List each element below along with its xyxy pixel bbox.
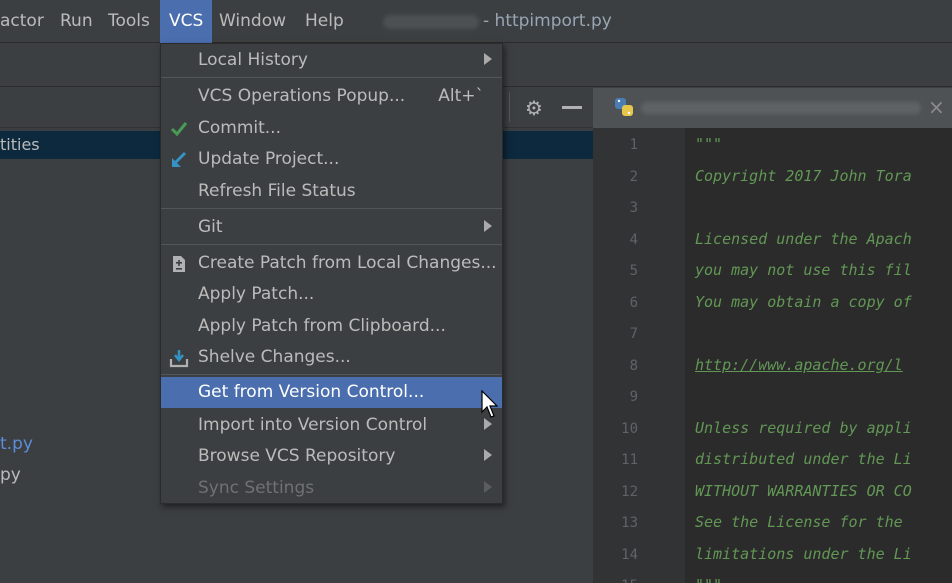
- menu-help[interactable]: Help: [296, 0, 353, 43]
- editor-tab[interactable]: ×: [593, 88, 952, 128]
- line-number: 12: [621, 484, 638, 500]
- line-number-gutter: 1 2 3 4 5 6 7 8 9 10 11 12 13 14 15: [593, 128, 685, 583]
- code-line: distributed under the Li: [695, 450, 912, 468]
- code-line: WITHOUT WARRANTIES OR CO: [695, 482, 912, 500]
- line-number: 5: [629, 263, 638, 279]
- menu-separator: [161, 77, 502, 78]
- line-number: 11: [621, 452, 638, 468]
- menu-item-get-from-version-control[interactable]: Get from Version Control...: [161, 377, 502, 408]
- line-number: 3: [629, 200, 638, 216]
- editor-tab-bar: ×: [593, 88, 952, 128]
- submenu-arrow-icon: [484, 53, 492, 65]
- menu-item-apply-patch[interactable]: Apply Patch...: [161, 279, 502, 310]
- project-tree-file-1[interactable]: t.py: [0, 434, 33, 454]
- window-title: - httpimport.py: [483, 11, 612, 31]
- project-tree-file-2[interactable]: py: [0, 465, 21, 485]
- submenu-arrow-icon: [484, 220, 492, 232]
- menu-tools[interactable]: Tools: [99, 0, 159, 43]
- python-file-icon: [615, 98, 633, 116]
- code-line: limitations under the Li: [695, 545, 912, 563]
- code-line: Unless required by appli: [695, 419, 912, 437]
- line-number: 9: [629, 389, 638, 405]
- menu-item-update-project[interactable]: Update Project...: [161, 144, 502, 175]
- code-line: """: [695, 135, 723, 153]
- line-number: 6: [629, 295, 638, 311]
- code-line: """: [695, 576, 722, 583]
- code-line: Licensed under the Apach: [695, 230, 912, 248]
- menu-item-label: Apply Patch...: [198, 284, 315, 304]
- mouse-cursor-icon: [481, 390, 499, 418]
- project-name-blurred: [383, 15, 479, 29]
- code-line: Copyright 2017 John Tora: [695, 167, 912, 185]
- menu-item-label: Import into Version Control: [198, 415, 428, 435]
- menu-item-browse-vcs-repository[interactable]: Browse VCS Repository: [161, 441, 502, 472]
- project-tree-selected-label: tities: [0, 135, 40, 154]
- menu-bar: actor Run Tools VCS Window Help - httpim…: [0, 0, 952, 43]
- editor: × 1 2 3 4 5 6 7 8 9 10 11 12 13 14 15 ""…: [593, 88, 952, 583]
- menu-item-git[interactable]: Git: [161, 212, 502, 243]
- menu-item-label: Apply Patch from Clipboard...: [198, 316, 446, 336]
- menu-item-label: Update Project...: [198, 149, 340, 169]
- menu-item-label: Browse VCS Repository: [198, 446, 396, 466]
- line-number: 2: [629, 169, 638, 185]
- update-arrow-icon: [172, 151, 187, 167]
- line-number: 1: [629, 137, 638, 153]
- menu-item-commit[interactable]: Commit...: [161, 113, 502, 144]
- line-number: 14: [621, 547, 638, 563]
- menu-item-label: VCS Operations Popup...: [198, 86, 406, 106]
- line-number: 7: [629, 326, 638, 342]
- menu-item-apply-patch-clipboard[interactable]: Apply Patch from Clipboard...: [161, 311, 502, 342]
- menu-item-vcs-operations-popup[interactable]: VCS Operations Popup... Alt+`: [161, 81, 502, 112]
- menu-item-label: Shelve Changes...: [198, 347, 351, 367]
- menu-window[interactable]: Window: [210, 0, 295, 43]
- menu-vcs[interactable]: VCS: [160, 0, 213, 43]
- gear-icon[interactable]: ⚙: [523, 97, 545, 119]
- submenu-arrow-icon: [484, 481, 492, 493]
- hide-panel-icon[interactable]: [562, 106, 582, 109]
- menu-item-label: Get from Version Control...: [198, 382, 425, 402]
- line-number: 4: [629, 232, 638, 248]
- checkmark-icon: [170, 122, 188, 137]
- menu-separator: [161, 208, 502, 209]
- menu-separator: [161, 374, 502, 375]
- menu-item-create-patch[interactable]: Create Patch from Local Changes...: [161, 248, 502, 279]
- menu-run[interactable]: Run: [51, 0, 102, 43]
- menu-item-refresh-file-status[interactable]: Refresh File Status: [161, 176, 502, 207]
- menu-item-label: Git: [198, 217, 223, 237]
- menu-item-import-into-version-control[interactable]: Import into Version Control: [161, 410, 502, 441]
- menu-item-label: Sync Settings: [198, 478, 315, 498]
- menu-item-label: Refresh File Status: [198, 181, 356, 201]
- code-line-url[interactable]: http://www.apache.org/l: [695, 356, 903, 374]
- code-line: See the License for the: [695, 513, 903, 531]
- shelve-icon: [169, 350, 189, 368]
- code-area[interactable]: """ Copyright 2017 John Tora Licensed un…: [685, 128, 952, 583]
- line-number: 10: [621, 421, 638, 437]
- menu-item-shelve-changes[interactable]: Shelve Changes...: [161, 342, 502, 373]
- line-number: 15: [593, 578, 638, 583]
- submenu-arrow-icon: [484, 449, 492, 461]
- tab-title-blurred: [641, 102, 921, 114]
- close-icon[interactable]: ×: [928, 95, 945, 119]
- menu-item-label: Local History: [198, 50, 308, 70]
- menu-item-label: Commit...: [198, 118, 281, 138]
- code-line: You may obtain a copy of: [695, 293, 912, 311]
- menu-refactor[interactable]: actor: [0, 0, 53, 43]
- menu-item-shortcut: Alt+`: [438, 86, 484, 106]
- menu-item-sync-settings: Sync Settings: [161, 473, 502, 504]
- menu-item-local-history[interactable]: Local History: [161, 45, 502, 76]
- vcs-dropdown-menu: Local History VCS Operations Popup... Al…: [160, 43, 503, 504]
- code-line: you may not use this fil: [695, 261, 912, 279]
- menu-item-label: Create Patch from Local Changes...: [198, 253, 497, 273]
- toolbar-separator: [509, 92, 510, 122]
- line-number: 13: [621, 515, 638, 531]
- menu-separator: [161, 244, 502, 245]
- line-number: 8: [629, 358, 638, 374]
- patch-file-icon: [173, 256, 185, 272]
